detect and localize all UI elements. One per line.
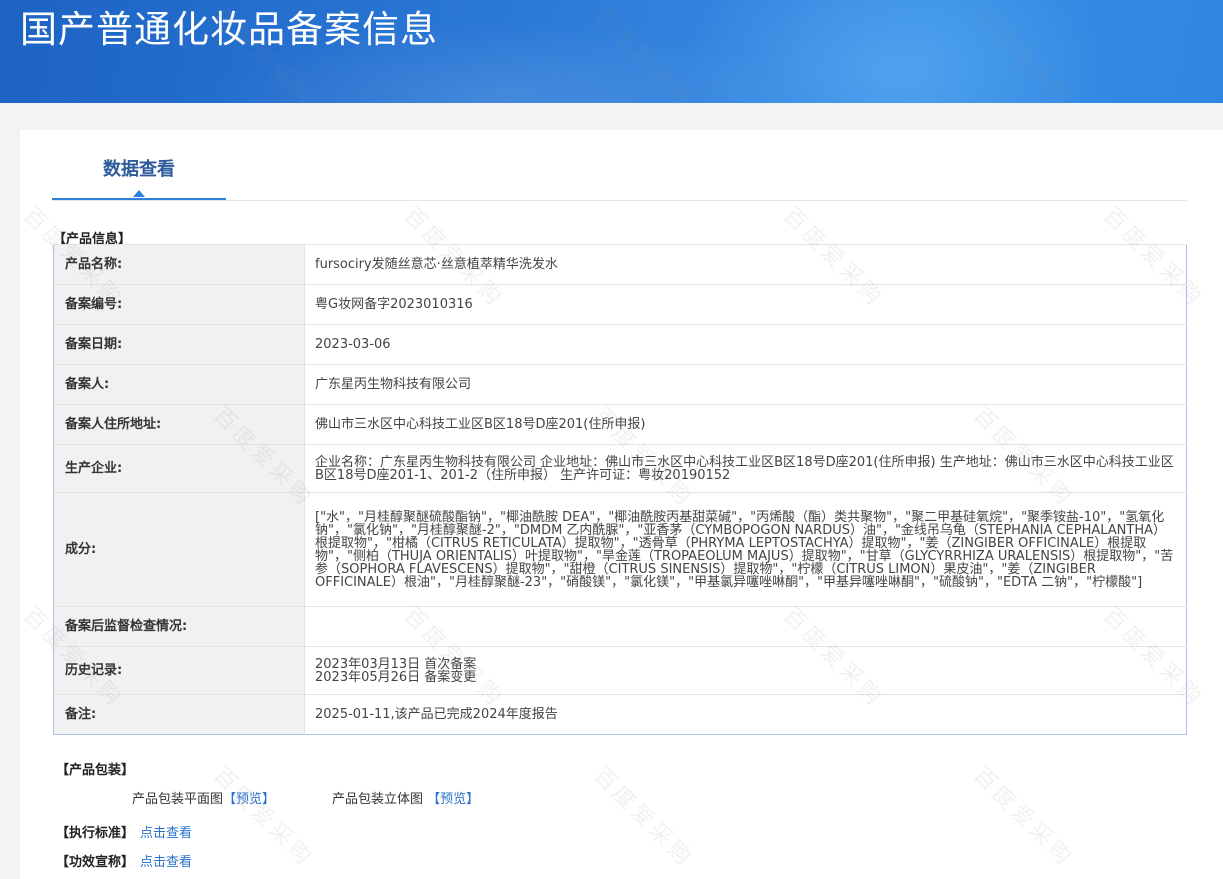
tab-bar: 数据查看 [52, 130, 1187, 201]
page-title: 国产普通化妆品备案信息 [20, 8, 438, 51]
row-key: 备案人: [53, 364, 305, 405]
packaging-solid-label: 产品包装立体图 [332, 792, 424, 807]
manufacturer-value: 企业名称：广东星丙生物科技有限公司 企业地址：佛山市三水区中心科技工业区B区18… [304, 444, 1187, 493]
registration-number-value: 粤G妆网备字2023010316 [304, 284, 1187, 325]
row-key: 生产企业: [53, 444, 305, 493]
registrant-address-value: 佛山市三水区中心科技工业区B区18号D座201(住所申报) [304, 404, 1187, 445]
table-row: 备案后监督检查情况: [53, 606, 1187, 647]
standard-line: 【执行标准】 点击查看 [56, 822, 192, 841]
row-key: 备案后监督检查情况: [53, 606, 305, 647]
efficacy-view-link[interactable]: 点击查看 [140, 855, 192, 870]
packaging-solid-preview-link[interactable]: 【预览】 [427, 792, 479, 807]
row-key: 备案日期: [53, 324, 305, 365]
table-row: 产品名称: fursociry发随丝意芯·丝意植萃精华洗发水 [53, 244, 1187, 285]
table-row: 历史记录: 2023年03月13日 首次备案 2023年05月26日 备案变更 [53, 646, 1187, 695]
product-info-table: 产品名称: fursociry发随丝意芯·丝意植萃精华洗发水 备案编号: 粤G妆… [53, 244, 1187, 735]
row-key: 产品名称: [53, 244, 305, 285]
registration-date-value: 2023-03-06 [304, 324, 1187, 365]
ingredients-value: ["水"，"月桂醇聚醚硫酸酯钠"，"椰油酰胺 DEA"，"椰油酰胺丙基甜菜碱"，… [304, 492, 1187, 607]
standard-view-link[interactable]: 点击查看 [140, 826, 192, 841]
standard-label: 【执行标准】 [56, 826, 135, 841]
table-row: 备案人住所地址: 佛山市三水区中心科技工业区B区18号D座201(住所申报) [53, 404, 1187, 445]
history-entry: 2023年03月13日 首次备案 [315, 656, 477, 672]
tab-active-indicator [133, 190, 145, 197]
table-row: 备案人: 广东星丙生物科技有限公司 [53, 364, 1187, 405]
packaging-flat-preview-link[interactable]: 【预览】 [223, 792, 275, 807]
supervision-value [304, 606, 1187, 647]
product-name-value: fursociry发随丝意芯·丝意植萃精华洗发水 [304, 244, 1187, 285]
page-header: 国产普通化妆品备案信息 [0, 0, 1223, 103]
content-card: 数据查看 【产品信息】 产品名称: fursociry发随丝意芯·丝意植萃精华洗… [20, 130, 1223, 879]
section-label-packaging: 【产品包装】 [56, 763, 135, 778]
row-key: 备案人住所地址: [53, 404, 305, 445]
table-row: 备案编号: 粤G妆网备字2023010316 [53, 284, 1187, 325]
packaging-flat: 产品包装平面图【预览】 [132, 788, 275, 807]
history-entry: 2023年05月26日 备案变更 [315, 669, 477, 685]
row-key: 历史记录: [53, 646, 305, 695]
history-value: 2023年03月13日 首次备案 2023年05月26日 备案变更 [304, 646, 1187, 695]
remarks-value: 2025-01-11,该产品已完成2024年度报告 [304, 694, 1187, 735]
row-key: 成分: [53, 492, 305, 607]
packaging-flat-label: 产品包装平面图 [132, 792, 224, 807]
registrant-value: 广东星丙生物科技有限公司 [304, 364, 1187, 405]
table-row: 备案日期: 2023-03-06 [53, 324, 1187, 365]
table-row: 生产企业: 企业名称：广东星丙生物科技有限公司 企业地址：佛山市三水区中心科技工… [53, 444, 1187, 493]
efficacy-line: 【功效宣称】 点击查看 [56, 851, 192, 870]
row-key: 备注: [53, 694, 305, 735]
packaging-solid: 产品包装立体图 【预览】 [332, 788, 479, 807]
table-row: 成分: ["水"，"月桂醇聚醚硫酸酯钠"，"椰油酰胺 DEA"，"椰油酰胺丙基甜… [53, 492, 1187, 607]
row-key: 备案编号: [53, 284, 305, 325]
table-row: 备注: 2025-01-11,该产品已完成2024年度报告 [53, 694, 1187, 735]
efficacy-label: 【功效宣称】 [56, 855, 135, 870]
